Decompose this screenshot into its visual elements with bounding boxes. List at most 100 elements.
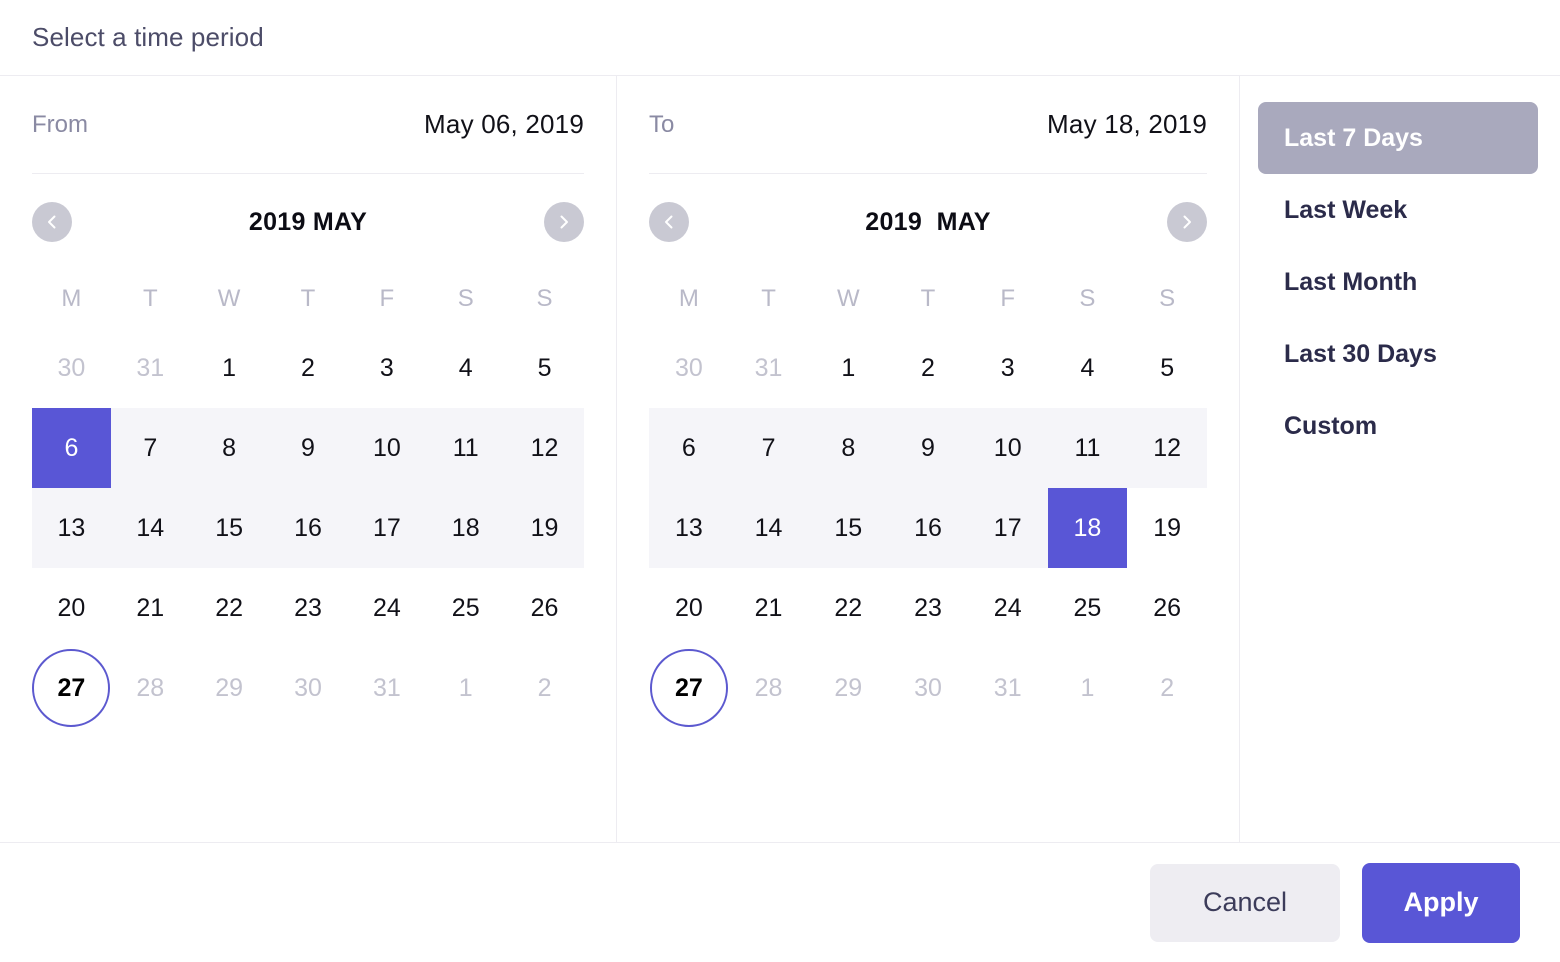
day-cell[interactable]: 31 xyxy=(347,648,426,728)
preset-last-month[interactable]: Last Month xyxy=(1258,246,1538,318)
day-cell[interactable]: 25 xyxy=(1048,568,1128,648)
day-cell[interactable]: 30 xyxy=(269,648,348,728)
day-cell[interactable]: 12 xyxy=(1127,408,1207,488)
day-cell[interactable]: 7 xyxy=(111,408,190,488)
day-cell[interactable]: 21 xyxy=(729,568,809,648)
day-cell[interactable]: 17 xyxy=(968,488,1048,568)
day-cell[interactable]: 27 xyxy=(649,648,729,728)
day-cell[interactable]: 3 xyxy=(347,328,426,408)
day-cell[interactable]: 23 xyxy=(888,568,968,648)
day-cell[interactable]: 31 xyxy=(111,328,190,408)
day-number: 12 xyxy=(531,434,559,463)
day-cell[interactable]: 13 xyxy=(32,488,111,568)
weekday-label: S xyxy=(505,270,584,328)
day-cell[interactable]: 18 xyxy=(1048,488,1128,568)
day-cell[interactable]: 16 xyxy=(269,488,348,568)
day-cell[interactable]: 24 xyxy=(968,568,1048,648)
day-number: 10 xyxy=(373,434,401,463)
day-cell[interactable]: 7 xyxy=(729,408,809,488)
day-number: 8 xyxy=(841,434,855,463)
preset-last-30-days[interactable]: Last 30 Days xyxy=(1258,318,1538,390)
chevron-left-icon[interactable] xyxy=(649,202,689,242)
day-cell[interactable]: 2 xyxy=(888,328,968,408)
day-cell[interactable]: 1 xyxy=(1048,648,1128,728)
day-cell[interactable]: 1 xyxy=(808,328,888,408)
day-cell[interactable]: 16 xyxy=(888,488,968,568)
day-cell[interactable]: 28 xyxy=(729,648,809,728)
day-cell[interactable]: 15 xyxy=(190,488,269,568)
day-cell[interactable]: 9 xyxy=(269,408,348,488)
preset-last-week[interactable]: Last Week xyxy=(1258,174,1538,246)
day-cell[interactable]: 14 xyxy=(729,488,809,568)
day-cell[interactable]: 20 xyxy=(32,568,111,648)
day-cell[interactable]: 21 xyxy=(111,568,190,648)
day-cell[interactable]: 8 xyxy=(808,408,888,488)
day-cell[interactable]: 8 xyxy=(190,408,269,488)
day-cell[interactable]: 20 xyxy=(649,568,729,648)
day-cell[interactable]: 30 xyxy=(32,328,111,408)
day-cell[interactable]: 6 xyxy=(32,408,111,488)
day-cell[interactable]: 18 xyxy=(426,488,505,568)
day-cell[interactable]: 2 xyxy=(505,648,584,728)
day-cell[interactable]: 10 xyxy=(968,408,1048,488)
day-cell[interactable]: 30 xyxy=(649,328,729,408)
day-cell[interactable]: 11 xyxy=(426,408,505,488)
to-date-value[interactable]: May 18, 2019 xyxy=(1047,109,1207,140)
day-cell[interactable]: 26 xyxy=(1127,568,1207,648)
day-cell[interactable]: 14 xyxy=(111,488,190,568)
day-cell[interactable]: 25 xyxy=(426,568,505,648)
day-cell[interactable]: 11 xyxy=(1048,408,1128,488)
day-cell[interactable]: 17 xyxy=(347,488,426,568)
day-cell[interactable]: 5 xyxy=(505,328,584,408)
from-month-title[interactable]: 2019 MAY xyxy=(249,208,367,237)
day-number: 22 xyxy=(215,594,243,623)
day-cell[interactable]: 15 xyxy=(808,488,888,568)
day-cell[interactable]: 19 xyxy=(505,488,584,568)
apply-button[interactable]: Apply xyxy=(1362,863,1520,943)
day-cell[interactable]: 3 xyxy=(968,328,1048,408)
day-cell[interactable]: 31 xyxy=(729,328,809,408)
day-cell[interactable]: 5 xyxy=(1127,328,1207,408)
day-cell[interactable]: 23 xyxy=(269,568,348,648)
preset-last-7-days[interactable]: Last 7 Days xyxy=(1258,102,1538,174)
weekday-label: T xyxy=(111,270,190,328)
day-cell[interactable]: 1 xyxy=(190,328,269,408)
day-cell[interactable]: 22 xyxy=(808,568,888,648)
chevron-right-icon[interactable] xyxy=(1167,202,1207,242)
weekday-label: T xyxy=(729,270,809,328)
day-cell[interactable]: 29 xyxy=(190,648,269,728)
cancel-button[interactable]: Cancel xyxy=(1150,864,1340,942)
day-cell[interactable]: 4 xyxy=(426,328,505,408)
to-month-title[interactable]: 2019 MAY xyxy=(865,208,990,237)
preset-custom[interactable]: Custom xyxy=(1258,390,1538,462)
day-cell[interactable]: 6 xyxy=(649,408,729,488)
day-cell[interactable]: 19 xyxy=(1127,488,1207,568)
day-number: 19 xyxy=(1153,514,1181,543)
day-cell[interactable]: 12 xyxy=(505,408,584,488)
day-cell[interactable]: 2 xyxy=(269,328,348,408)
day-cell[interactable]: 4 xyxy=(1048,328,1128,408)
day-cell[interactable]: 29 xyxy=(808,648,888,728)
chevron-right-icon[interactable] xyxy=(544,202,584,242)
from-date-value[interactable]: May 06, 2019 xyxy=(424,109,584,140)
chevron-left-icon[interactable] xyxy=(32,202,72,242)
weekday-label: S xyxy=(1127,270,1207,328)
day-cell[interactable]: 22 xyxy=(190,568,269,648)
day-cell[interactable]: 2 xyxy=(1127,648,1207,728)
day-cell[interactable]: 31 xyxy=(968,648,1048,728)
day-number: 7 xyxy=(143,434,157,463)
from-field-row[interactable]: From May 06, 2019 xyxy=(32,76,584,174)
day-cell[interactable]: 24 xyxy=(347,568,426,648)
day-cell[interactable]: 10 xyxy=(347,408,426,488)
calendar-pane-from: From May 06, 2019 2019 MAY MTWTFSS 30311… xyxy=(0,76,617,842)
day-cell[interactable]: 13 xyxy=(649,488,729,568)
day-cell[interactable]: 9 xyxy=(888,408,968,488)
day-cell[interactable]: 1 xyxy=(426,648,505,728)
day-cell[interactable]: 27 xyxy=(32,648,111,728)
weekday-label: W xyxy=(808,270,888,328)
to-field-row[interactable]: To May 18, 2019 xyxy=(649,76,1207,174)
day-cell[interactable]: 30 xyxy=(888,648,968,728)
day-cell[interactable]: 26 xyxy=(505,568,584,648)
day-cell[interactable]: 28 xyxy=(111,648,190,728)
day-number: 20 xyxy=(58,594,86,623)
